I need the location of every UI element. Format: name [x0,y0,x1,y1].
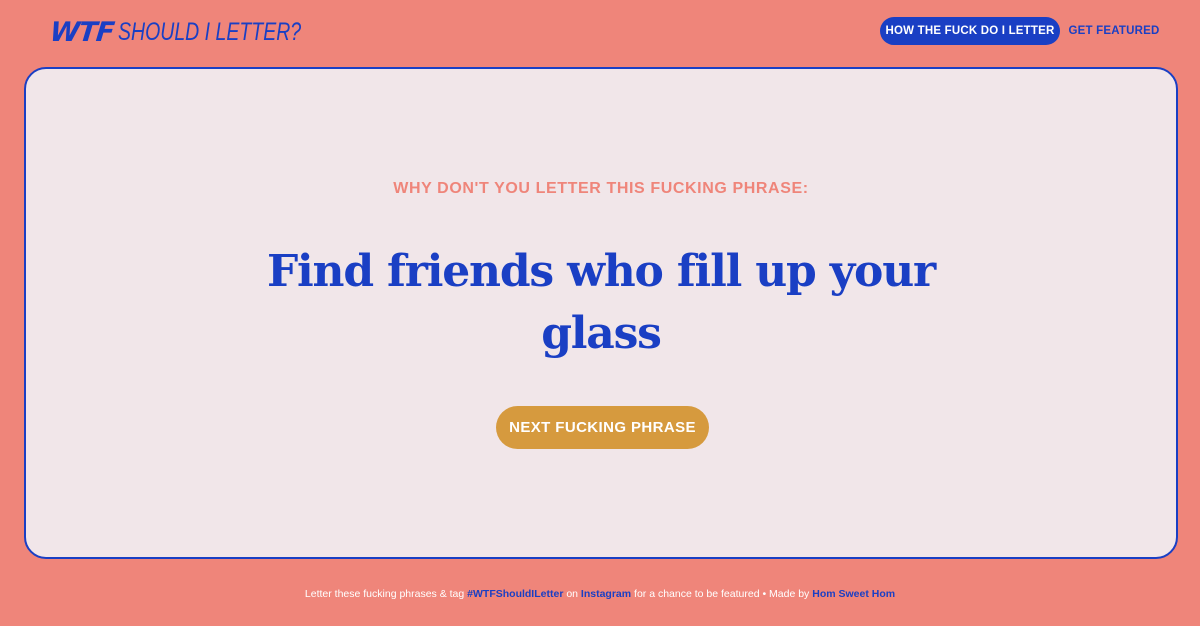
logo-wtf-text: WTF [48,16,116,48]
footer-text-1: Letter these fucking phrases & tag [304,588,468,600]
instagram-link[interactable]: Instagram [581,588,631,600]
footer-text-2: on [563,588,581,600]
site-logo[interactable]: WTF SHOULD I LETTER? [48,12,352,52]
site-footer: Letter these fucking phrases & tag #WTFS… [0,588,1200,606]
site-header: WTF SHOULD I LETTER? HOW THE FUCK DO I L… [0,0,1200,66]
footer-text-3: for a chance to be featured • Made by [631,588,813,600]
logo-tagline-text: SHOULD I LETTER? [117,17,301,46]
phrase-card: WHY DON'T YOU LETTER THIS FUCKING PHRASE… [24,67,1178,559]
phrase-kicker: WHY DON'T YOU LETTER THIS FUCKING PHRASE… [393,180,809,197]
hashtag-link[interactable]: #WTFShouldILetter [467,588,563,600]
next-phrase-button[interactable]: NEXT FUCKING PHRASE [496,406,709,449]
how-to-letter-button[interactable]: HOW THE FUCK DO I LETTER [880,17,1060,45]
random-phrase: Find friends who fill up your glass [267,246,936,359]
get-featured-link[interactable]: GET FEATURED [1066,17,1162,45]
maker-link[interactable]: Hom Sweet Hom [812,588,895,600]
